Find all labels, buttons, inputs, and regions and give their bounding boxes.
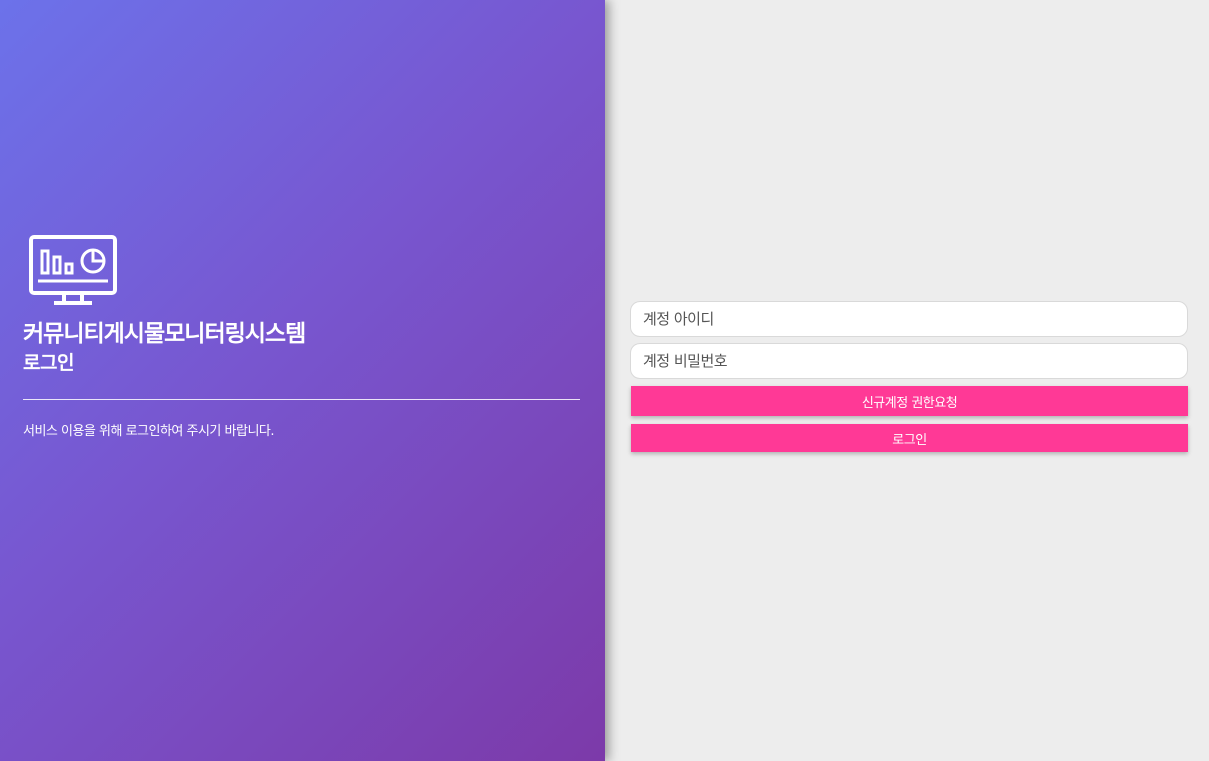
account-id-input[interactable] [630, 301, 1188, 337]
request-account-button[interactable]: 신규계정 권한요청 [631, 386, 1188, 416]
account-password-input[interactable] [630, 343, 1188, 379]
login-subtitle: 로그인 [23, 352, 74, 374]
brand-panel: 커뮤니티게시물모니터링시스템 로그인 서비스 이용을 위해 로그인하여 주시기 … [0, 0, 605, 761]
login-form: 신규계정 권한요청 로그인 [630, 301, 1188, 452]
welcome-message: 서비스 이용을 위해 로그인하여 주시기 바랍니다. [23, 424, 275, 439]
brand-block: 커뮤니티게시물모니터링시스템 로그인 [23, 234, 580, 375]
form-panel: 신규계정 권한요청 로그인 [605, 0, 1209, 761]
system-title: 커뮤니티게시물모니터링시스템 [23, 321, 306, 347]
monitor-chart-icon [29, 235, 117, 305]
login-page: 커뮤니티게시물모니터링시스템 로그인 서비스 이용을 위해 로그인하여 주시기 … [0, 0, 1209, 761]
divider [23, 399, 580, 400]
login-button[interactable]: 로그인 [631, 424, 1188, 452]
